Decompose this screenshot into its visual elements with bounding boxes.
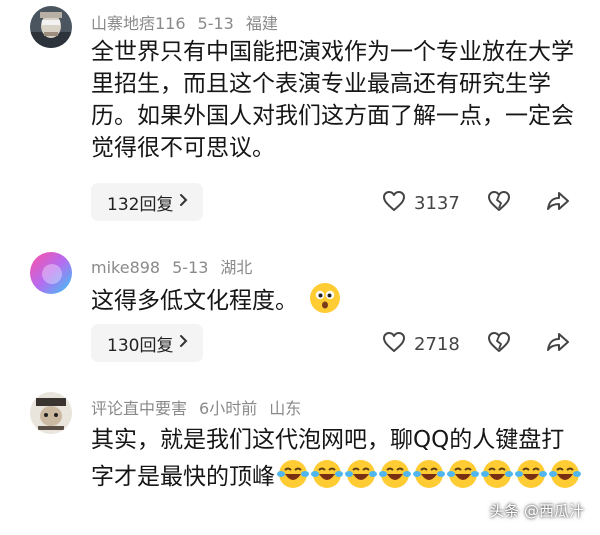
reply-button[interactable]: 132回复 [91,183,204,221]
heart-icon [382,331,406,358]
comment-location: 湖北 [220,258,253,277]
like-count: 2718 [414,334,460,355]
share-icon [546,190,570,216]
reply-button[interactable]: 130回复 [91,324,204,362]
avatar[interactable] [30,6,72,48]
comment-text: 这得多低文化程度。 [91,288,298,314]
watermark: 头条 @西瓜汁 [489,502,584,520]
laughing-crying-emoji-icon [277,458,309,501]
laughing-crying-emoji-icon [481,458,513,501]
surprised-face-icon [309,282,341,323]
laughing-crying-emoji-icon [549,458,581,501]
heart-icon [382,190,406,217]
laughing-crying-emoji-icon [515,458,547,501]
laughing-crying-emoji-icon [345,458,377,501]
reply-label: 130回复 [107,335,174,356]
comment-date: 5-13 [172,258,209,277]
like-button[interactable]: 2718 [382,331,460,358]
share-button[interactable] [546,190,570,216]
avatar[interactable] [30,392,72,434]
laughing-crying-emoji-icon [447,458,479,501]
broken-heart-icon [487,190,511,216]
username[interactable]: mike898 [91,258,160,277]
comment-meta: 评论直中要害 6小时前 山东 [91,395,313,419]
like-count: 3137 [414,193,460,214]
chevron-right-icon [179,193,189,211]
comment-text: 全世界只有中国能把演戏作为一个专业放在大学里招生，而且这个表演专业最高还有研究生… [91,39,574,161]
laughing-crying-emoji-icon [413,458,445,501]
avatar[interactable] [30,252,72,294]
username[interactable]: 山寨地痞116 [91,14,186,33]
comment-meta: mike898 5-13 湖北 [91,254,264,278]
laughing-crying-emoji-icon [379,458,411,501]
like-button[interactable]: 3137 [382,190,460,217]
share-button[interactable] [546,331,570,357]
chevron-right-icon [179,334,189,352]
comment-text-row: 这得多低文化程度。 [91,282,581,323]
comment-meta: 山寨地痞116 5-13 福建 [91,10,290,34]
emoji-group [275,460,581,490]
comment-date: 5-13 [197,14,234,33]
laughing-crying-emoji-icon [311,458,343,501]
username[interactable]: 评论直中要害 [91,399,187,418]
dislike-button[interactable] [487,190,511,216]
dislike-button[interactable] [487,331,511,357]
reply-label: 132回复 [107,194,174,215]
share-icon [546,331,570,357]
comment-date: 6小时前 [199,399,258,418]
comment-location: 福建 [245,14,278,33]
comment-text-row: 其实，就是我们这代泡网吧，聊QQ的人键盘打字才是最快的顶峰 [91,422,581,501]
broken-heart-icon [487,331,511,357]
comment-location: 山东 [269,399,302,418]
